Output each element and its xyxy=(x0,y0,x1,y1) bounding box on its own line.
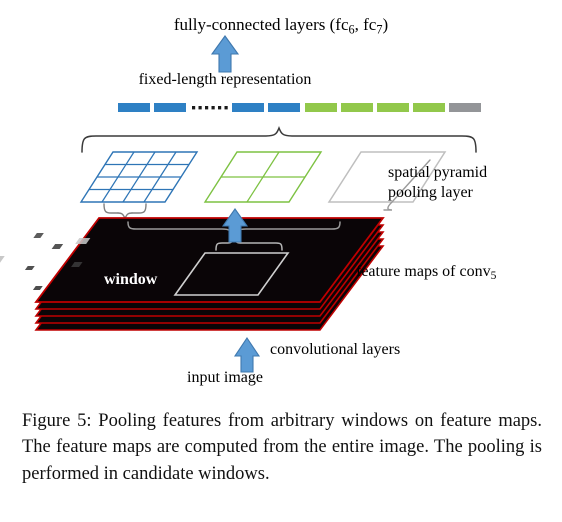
vector-bin-blue-3 xyxy=(232,103,264,112)
brace-window-to-grid xyxy=(103,203,147,220)
fc-prefix: fully-connected layers (fc xyxy=(173,15,349,34)
label-feature-maps-conv5: feature maps of conv5 xyxy=(356,263,497,283)
label-input-image: input image xyxy=(187,369,263,386)
feature-map-layer-top xyxy=(0,217,385,303)
spp-line-1: spatial pyramid xyxy=(388,164,488,181)
vector-bin-blue-4 xyxy=(268,103,300,112)
label-spatial-pyramid-pooling-layer: spatial pyramid pooling layer xyxy=(388,163,560,203)
vector-bin-green-3 xyxy=(377,103,409,112)
figure-caption: Figure 5: Pooling features from arbitrar… xyxy=(22,411,542,484)
vector-bin-blue-1 xyxy=(118,103,150,112)
spp-diagram: fully-connected layers (fc6, fc7) fixed-… xyxy=(0,0,562,400)
vector-bin-blue-2 xyxy=(154,103,186,112)
vector-ellipsis-icon xyxy=(192,106,228,110)
brace-pyramid-to-vector xyxy=(81,125,477,153)
conv5-subscript: 5 xyxy=(490,270,497,283)
arrow-to-fc-icon xyxy=(210,35,240,73)
pyramid-grid-4x4-blue xyxy=(79,151,199,203)
arrow-to-conv-icon xyxy=(233,337,261,373)
label-convolutional-layers: convolutional layers xyxy=(270,341,401,358)
fixed-length-vector xyxy=(118,103,481,112)
spp-line-2: pooling layer xyxy=(388,184,473,201)
label-fixed-length-representation: fixed-length representation xyxy=(138,71,312,88)
fc-mid: , fc xyxy=(354,15,377,34)
label-window: window xyxy=(104,271,158,288)
vector-bin-green-1 xyxy=(305,103,337,112)
figure-5-root: fully-connected layers (fc6, fc7) fixed-… xyxy=(0,0,562,522)
feature-map-stack xyxy=(0,217,385,331)
label-fully-connected-layers: fully-connected layers (fc6, fc7) xyxy=(0,16,562,36)
vector-bin-green-2 xyxy=(341,103,373,112)
featmaps-prefix: feature maps of conv xyxy=(356,263,491,280)
vector-bin-gray-1 xyxy=(449,103,481,112)
fc-suffix: ) xyxy=(382,15,389,34)
pyramid-grid-2x2-green xyxy=(203,151,323,203)
vector-bin-green-4 xyxy=(413,103,445,112)
